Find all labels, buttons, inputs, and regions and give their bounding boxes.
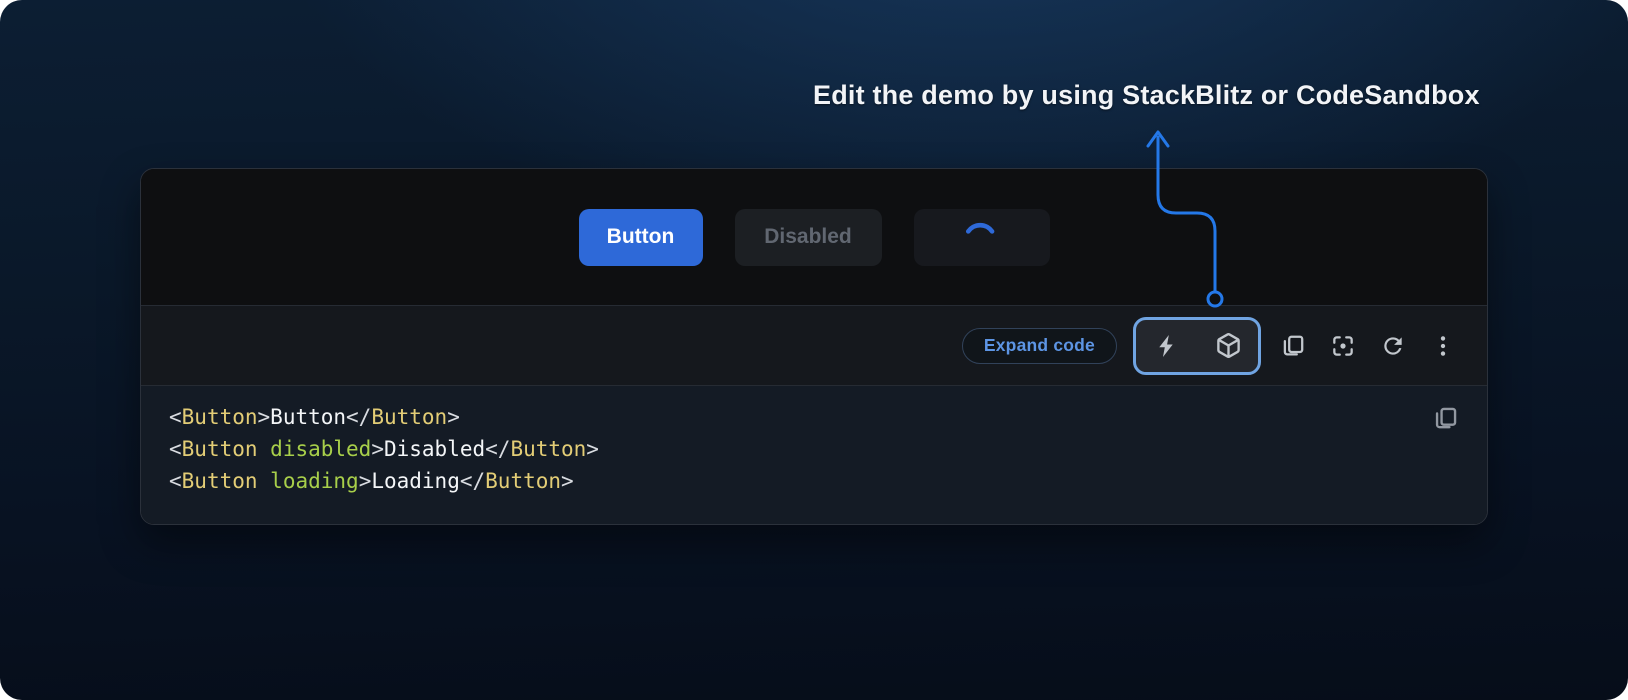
code-lines: <Button>Button</Button><Button disabled>…: [169, 401, 1417, 497]
isolate-demo-button[interactable]: [1325, 326, 1361, 366]
edit-sandbox-icon-group: [1133, 317, 1261, 375]
copy-icon: [1280, 333, 1306, 359]
disabled-button[interactable]: Disabled: [735, 209, 882, 266]
demo-toolbar: Expand code: [141, 305, 1487, 386]
demo-preview: Button Disabled: [141, 169, 1487, 305]
codesandbox-box-icon: [1215, 332, 1242, 359]
expand-code-button[interactable]: Expand code: [962, 328, 1117, 364]
stackblitz-lightning-icon: [1153, 333, 1179, 359]
refresh-icon: [1380, 333, 1406, 359]
code-line: <Button loading>Loading</Button>: [169, 465, 1417, 497]
annotation-text: Edit the demo by using StackBlitz or Cod…: [813, 80, 1493, 111]
copy-code-button[interactable]: [1275, 326, 1311, 366]
codesandbox-button[interactable]: [1210, 326, 1246, 366]
copy-icon: [1432, 405, 1459, 432]
loading-spinner-icon: [920, 209, 1044, 266]
code-line: <Button disabled>Disabled</Button>: [169, 433, 1417, 465]
page-background: Edit the demo by using StackBlitz or Cod…: [0, 0, 1628, 700]
arrow-head-icon: [1148, 132, 1168, 146]
copy-snippet-button[interactable]: [1429, 402, 1461, 434]
primary-button[interactable]: Button: [579, 209, 703, 266]
scan-icon: [1330, 333, 1356, 359]
refresh-demo-button[interactable]: [1375, 326, 1411, 366]
loading-button[interactable]: [914, 209, 1050, 266]
demo-card: Button Disabled Expand code: [140, 168, 1488, 525]
more-actions-button[interactable]: [1425, 326, 1461, 366]
stackblitz-button[interactable]: [1148, 326, 1184, 366]
code-block: <Button>Button</Button><Button disabled>…: [141, 386, 1487, 524]
code-line: <Button>Button</Button>: [169, 401, 1417, 433]
more-menu-icon: [1430, 333, 1456, 359]
